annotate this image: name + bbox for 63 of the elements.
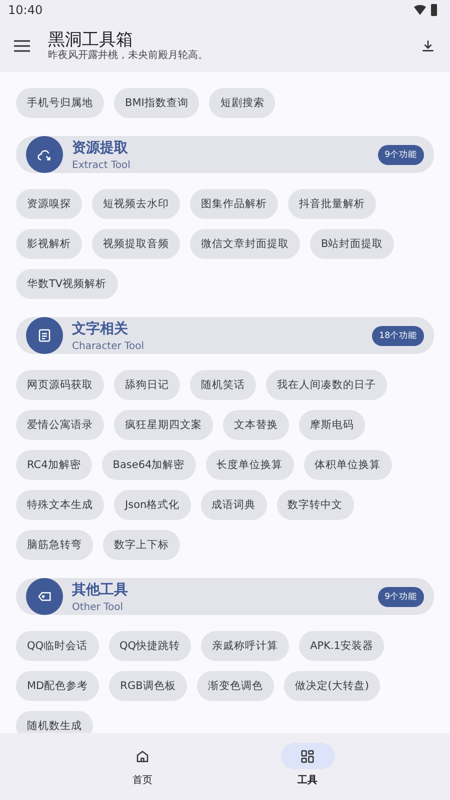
- wifi-battery-icon: [414, 4, 440, 16]
- section-header-card[interactable]: 文字相关 Character Tool 18个功能: [16, 317, 434, 354]
- tool-chip[interactable]: 做决定(大转盘): [284, 671, 380, 701]
- tool-chip[interactable]: 特殊文本生成: [16, 490, 104, 520]
- tool-chip[interactable]: RC4加解密: [16, 450, 92, 480]
- section-subtitle: Character Tool: [72, 340, 145, 352]
- tool-chip[interactable]: BMI指数查询: [114, 88, 200, 118]
- tool-chip[interactable]: 长度单位换算: [206, 450, 294, 480]
- menu-icon[interactable]: [14, 40, 30, 52]
- nav-tab[interactable]: 首页: [102, 733, 182, 800]
- grid-icon: [300, 748, 315, 764]
- tool-chip[interactable]: B站封面提取: [310, 229, 394, 259]
- tool-chip[interactable]: 爱情公寓语录: [16, 410, 104, 440]
- count-badge: 9个功能: [378, 586, 424, 606]
- tool-chip[interactable]: 华数TV视频解析: [16, 269, 118, 299]
- tool-chip[interactable]: 体积单位换算: [304, 450, 392, 480]
- tool-chip[interactable]: 视频提取音频: [92, 229, 180, 259]
- section-header-card[interactable]: 资源提取 Extract Tool 9个功能: [16, 136, 434, 173]
- document-icon: [37, 328, 52, 343]
- section-title: 文字相关: [72, 320, 129, 338]
- tool-chip[interactable]: 手机号归属地: [16, 88, 104, 118]
- download-icon[interactable]: [420, 38, 436, 54]
- section-title: 资源提取: [72, 138, 129, 156]
- tool-chip[interactable]: 摩斯电码: [299, 410, 365, 440]
- tool-chip[interactable]: 网页源码获取: [16, 370, 104, 400]
- app-subtitle: 昨夜风开露井桃，未央前殿月轮高。: [48, 50, 209, 62]
- count-badge: 9个功能: [378, 144, 424, 164]
- section-header-card[interactable]: 其他工具 Other Tool 9个功能: [16, 578, 434, 615]
- tool-chip[interactable]: 随机笑话: [190, 370, 256, 400]
- tool-chip[interactable]: APK.1安装器: [299, 631, 384, 661]
- tool-chip[interactable]: 影视解析: [16, 229, 82, 259]
- tool-chip[interactable]: 我在人间凑数的日子: [266, 370, 387, 400]
- tool-chip[interactable]: Json格式化: [114, 490, 191, 520]
- tool-chip[interactable]: 短视频去水印: [92, 189, 180, 219]
- section-subtitle: Other Tool: [72, 602, 124, 612]
- tool-chip[interactable]: 短剧搜索: [209, 88, 276, 118]
- tool-chip[interactable]: 成语词典: [200, 490, 267, 520]
- section-title: 其他工具: [72, 580, 129, 598]
- tool-chip[interactable]: 抖音批量解析: [288, 189, 376, 219]
- status-time: 10:40: [8, 3, 43, 17]
- tool-chip[interactable]: 随机数生成: [16, 711, 93, 733]
- tool-chip[interactable]: 数字上下标: [103, 530, 180, 560]
- tool-chip[interactable]: QQ快捷跳转: [108, 631, 192, 661]
- tool-chip[interactable]: 图集作品解析: [190, 189, 278, 219]
- tag-icon: [37, 589, 52, 604]
- tool-chip[interactable]: 舔狗日记: [114, 370, 180, 400]
- tool-chip[interactable]: 疯狂星期四文案: [114, 410, 213, 440]
- tool-chip[interactable]: 微信文章封面提取: [190, 229, 300, 259]
- tool-chip[interactable]: Base64加解密: [102, 450, 196, 480]
- app-title: 黑洞工具箱: [48, 30, 133, 50]
- tool-chip[interactable]: RGB调色板: [109, 671, 187, 701]
- tool-chip[interactable]: 脑筋急转弯: [16, 530, 93, 560]
- tool-chip[interactable]: 数字转中文: [276, 490, 354, 520]
- tool-chip[interactable]: QQ临时会话: [16, 631, 99, 661]
- tool-chip[interactable]: 亲戚称呼计算: [201, 631, 290, 661]
- tool-chip[interactable]: 文本替换: [223, 410, 289, 440]
- tool-chip[interactable]: 渐变色调色: [196, 671, 274, 701]
- nav-tab[interactable]: 工具: [268, 733, 348, 800]
- section-subtitle: Extract Tool: [72, 160, 132, 170]
- tool-chip[interactable]: MD配色参考: [16, 671, 100, 701]
- home-icon: [135, 748, 150, 764]
- tool-chip[interactable]: 资源嗅探: [16, 189, 82, 219]
- count-badge: 18个功能: [372, 326, 424, 346]
